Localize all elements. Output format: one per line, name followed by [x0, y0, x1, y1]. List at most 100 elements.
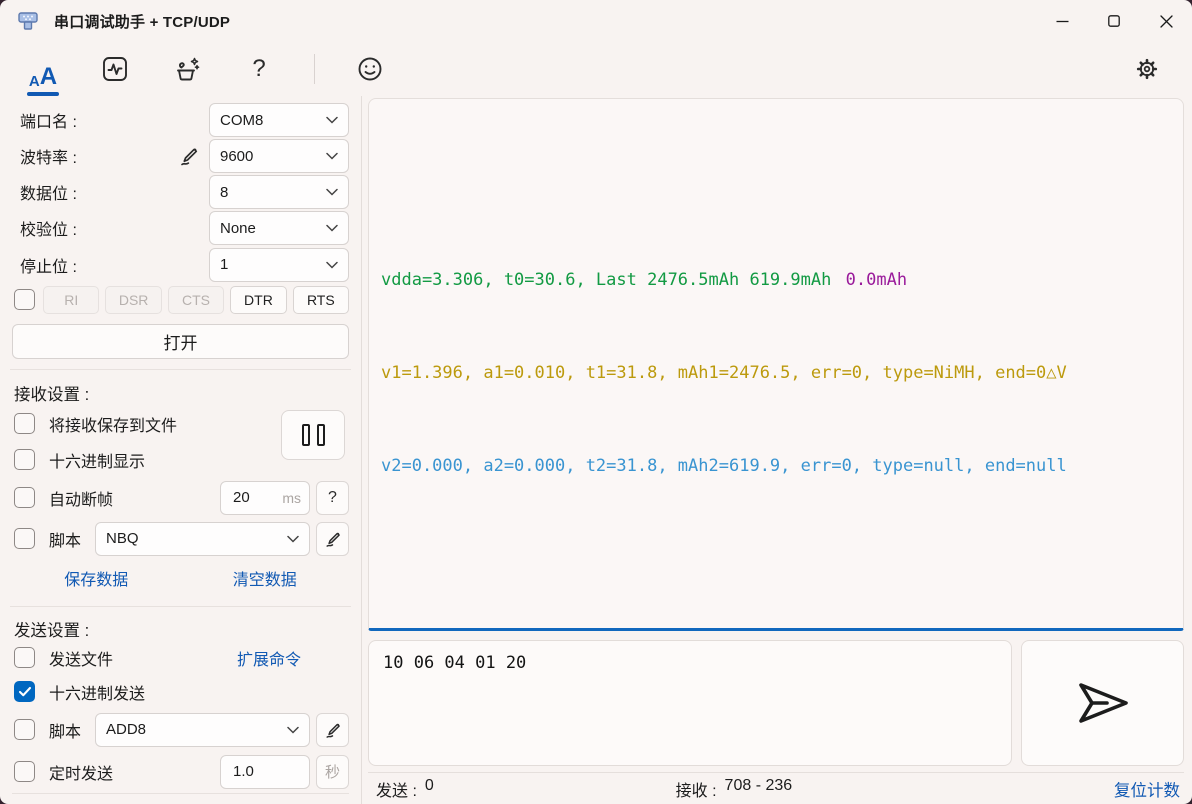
- ms-unit-label: ms: [282, 489, 301, 506]
- port-name-select[interactable]: COM8: [209, 103, 349, 138]
- baud-rate-select[interactable]: 9600: [209, 139, 349, 174]
- stop-bits-row: 停止位 : 1: [12, 247, 349, 283]
- chevron-down-icon: [326, 224, 338, 232]
- titlebar: 串口调试助手 + TCP/UDP: [0, 0, 1192, 42]
- magic-box-icon[interactable]: [170, 49, 204, 89]
- channel1-line: v1=1.396, a1=0.010, t1=31.8, mAh1=2476.5…: [381, 363, 1067, 383]
- port-name-label: 端口名 :: [20, 114, 77, 132]
- channel2-line: v2=0.000, a2=0.000, t2=31.8, mAh2=619.9,…: [381, 456, 1067, 476]
- dtr-button[interactable]: DTR: [230, 285, 287, 314]
- vdda-tail: 0.0mAh: [845, 270, 908, 290]
- hex-send-checkbox[interactable]: [14, 681, 35, 703]
- receive-data-area[interactable]: vdda=3.306, t0=30.6, Last 2476.5mAh 619.…: [368, 98, 1184, 631]
- sent-counter: 发送 : 0: [376, 777, 434, 800]
- toolbar-divider: [314, 54, 315, 84]
- maximize-button[interactable]: [1088, 0, 1140, 42]
- send-settings-header: 发送设置 :: [14, 621, 90, 640]
- waveform-view-icon[interactable]: [98, 49, 132, 89]
- parity-row: 校验位 : None: [12, 210, 349, 246]
- send-row: 10 06 04 01 20: [368, 640, 1184, 766]
- window-title: 串口调试助手 + TCP/UDP: [54, 13, 231, 31]
- send-button[interactable]: [1021, 640, 1184, 766]
- text-view-icon[interactable]: AA: [26, 49, 60, 96]
- baud-rate-row: 波特率 : 9600: [12, 138, 349, 174]
- receive-group: vdda=3.306, t0=30.6, Last 2476.5mAh 619.…: [381, 203, 1171, 544]
- clear-data-link[interactable]: 清空数据: [233, 566, 297, 590]
- stop-bits-select[interactable]: 1: [209, 247, 349, 282]
- send-interval-input[interactable]: 1.0: [220, 754, 310, 789]
- close-button[interactable]: [1140, 0, 1192, 42]
- send-script-checkbox[interactable]: [14, 719, 35, 741]
- chevron-down-icon: [287, 535, 299, 543]
- chevron-down-icon: [326, 188, 338, 196]
- help-icon[interactable]: ?: [242, 49, 276, 89]
- receive-script-select[interactable]: NBQ: [95, 521, 310, 556]
- seconds-unit-label: 秒: [316, 754, 349, 789]
- port-name-row: 端口名 : COM8: [12, 102, 349, 138]
- smiley-icon[interactable]: [353, 49, 387, 89]
- pen-icon: [325, 723, 340, 738]
- active-tab-indicator: [27, 92, 59, 96]
- stop-bits-label: 停止位 :: [20, 258, 77, 276]
- data-bits-label: 数据位 :: [20, 186, 77, 204]
- rts-button[interactable]: RTS: [292, 285, 350, 314]
- parity-select[interactable]: None: [209, 211, 349, 246]
- send-file-checkbox[interactable]: [14, 647, 35, 669]
- section-divider: [10, 368, 351, 370]
- send-input[interactable]: 10 06 04 01 20: [368, 640, 1012, 766]
- vdda-line: vdda=3.306, t0=30.6, Last 2476.5mAh 619.…: [381, 270, 832, 290]
- receive-script-edit-button[interactable]: [316, 521, 349, 556]
- chevron-down-icon: [326, 261, 338, 269]
- auto-frame-checkbox[interactable]: [14, 487, 35, 509]
- ri-indicator: RI: [43, 285, 100, 314]
- minimize-button[interactable]: [1036, 0, 1088, 42]
- timed-send-checkbox[interactable]: [14, 761, 35, 783]
- data-bits-select[interactable]: 8: [209, 175, 349, 210]
- serial-connector-icon: [16, 10, 40, 32]
- received-counter: 接收 : 708 - 236: [675, 777, 793, 800]
- statusbar: 发送 : 0 接收 : 708 - 236 复位计数: [368, 772, 1184, 804]
- settings-gear-icon[interactable]: [1130, 49, 1164, 89]
- auto-frame-row: 自动断帧 20 ms ?: [12, 478, 349, 518]
- send-script-select[interactable]: ADD8: [95, 712, 310, 747]
- frame-interval-input[interactable]: 20 ms: [220, 480, 310, 515]
- app-window: 串口调试助手 + TCP/UDP AA ? 端口名: COM8 波特率: 9…: [0, 0, 1192, 804]
- send-script-edit-button[interactable]: [316, 712, 349, 747]
- parity-label: 校验位 :: [20, 222, 77, 240]
- open-port-button[interactable]: 打开: [12, 324, 349, 359]
- baud-rate-label: 波特率 :: [20, 150, 77, 168]
- reset-counter-link[interactable]: 复位计数: [1114, 777, 1180, 801]
- timed-send-row: 定时发送 1.0 秒: [12, 751, 349, 793]
- cts-indicator: CTS: [167, 285, 225, 314]
- receive-script-row: 脚本 NBQ: [12, 518, 349, 560]
- receive-settings-section: 接收设置 : 将接收保存到文件 十六进制显示 自动断帧 20 ms ? 脚本 N…: [12, 380, 349, 596]
- pause-icon: [301, 423, 310, 446]
- data-links-row: 保存数据 清空数据: [12, 560, 349, 596]
- pause-button[interactable]: [281, 409, 345, 460]
- toolbar: AA ?: [0, 42, 1192, 96]
- chevron-down-icon: [326, 116, 338, 124]
- receive-script-checkbox[interactable]: [14, 528, 35, 550]
- sidebar-footer-divider: [12, 792, 349, 800]
- hex-send-row: 十六进制发送: [12, 675, 349, 709]
- frame-help-button[interactable]: ?: [316, 480, 349, 515]
- pen-icon: [325, 532, 340, 547]
- receive-settings-header: 接收设置 :: [14, 385, 90, 404]
- dsr-indicator: DSR: [105, 285, 162, 314]
- chevron-down-icon: [326, 152, 338, 160]
- send-file-row: 发送文件 扩展命令: [12, 641, 349, 675]
- check-icon: [18, 687, 31, 697]
- sidebar: 端口名 : COM8 波特率 : 9600 数据位: 8 校验位: None…: [0, 96, 362, 804]
- baud-edit-pen-icon[interactable]: [177, 144, 201, 168]
- data-bits-row: 数据位 : 8: [12, 174, 349, 210]
- signal-row: RI DSR CTS DTR RTS: [12, 285, 350, 316]
- main-area: vdda=3.306, t0=30.6, Last 2476.5mAh 619.…: [362, 96, 1192, 804]
- hex-display-checkbox[interactable]: [14, 449, 35, 471]
- save-data-link[interactable]: 保存数据: [64, 566, 128, 590]
- section-divider: [10, 605, 351, 607]
- extended-command-link[interactable]: 扩展命令: [237, 646, 301, 670]
- signal-checkbox[interactable]: [14, 289, 35, 311]
- save-to-file-checkbox[interactable]: [14, 413, 35, 435]
- chevron-down-icon: [287, 726, 299, 734]
- send-script-row: 脚本 ADD8: [12, 709, 349, 751]
